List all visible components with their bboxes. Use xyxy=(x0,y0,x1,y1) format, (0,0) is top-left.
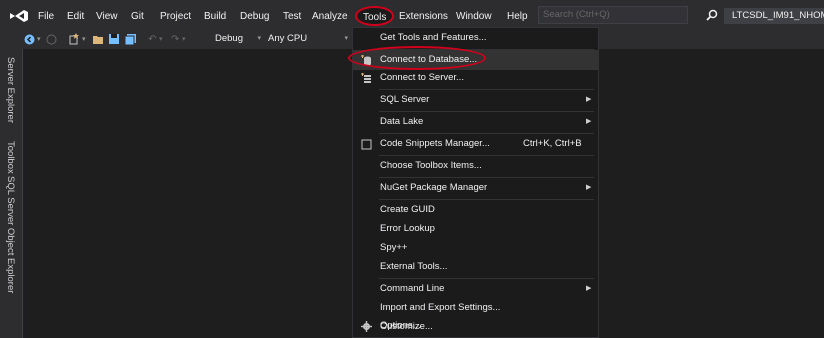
menu-test[interactable]: Test xyxy=(283,10,301,24)
gear-icon xyxy=(361,321,372,332)
shortcut-label: Ctrl+K, Ctrl+B xyxy=(523,138,582,149)
menu-window[interactable]: Window xyxy=(456,10,492,24)
navigate-forward-icon[interactable] xyxy=(46,34,57,45)
redo-dropdown-icon[interactable]: ▾ xyxy=(182,33,186,46)
search-icon[interactable] xyxy=(706,9,718,21)
redo-icon[interactable]: ↷ xyxy=(171,33,179,46)
solution-platforms-dropdown[interactable]: Any CPU ▾ xyxy=(268,31,352,46)
tab-sql-server-object-explorer[interactable]: SQL Server Object Explorer xyxy=(5,176,16,293)
menu-view[interactable]: View xyxy=(96,10,118,24)
menu-item-sql-server[interactable]: SQL Server ▶ xyxy=(353,90,598,110)
menu-extensions[interactable]: Extensions xyxy=(399,10,448,24)
chevron-down-icon: ▾ xyxy=(257,35,261,42)
submenu-arrow-icon: ▶ xyxy=(586,285,592,292)
highlight-annotation xyxy=(348,46,486,70)
menu-item-data-lake[interactable]: Data Lake ▶ xyxy=(353,112,598,132)
tools-menu: Get Tools and Features... Connect to Dat… xyxy=(352,27,599,338)
menu-debug[interactable]: Debug xyxy=(240,10,269,24)
platform-value: Any CPU xyxy=(268,33,308,44)
submenu-arrow-icon: ▶ xyxy=(586,118,592,125)
save-icon[interactable] xyxy=(108,33,120,45)
menu-analyze[interactable]: Analyze xyxy=(312,10,348,24)
checkbox-icon xyxy=(361,139,372,150)
new-project-icon[interactable] xyxy=(68,33,80,45)
menu-edit[interactable]: Edit xyxy=(67,10,84,24)
menu-build[interactable]: Build xyxy=(204,10,226,24)
menu-item-create-guid[interactable]: Create GUID xyxy=(353,200,598,220)
menu-item-import-export-settings[interactable]: Import and Export Settings... xyxy=(353,298,598,318)
open-file-icon[interactable] xyxy=(92,33,105,45)
search-input[interactable]: Search (Ctrl+Q) xyxy=(538,6,688,24)
submenu-arrow-icon: ▶ xyxy=(586,96,592,103)
navigate-back-dropdown-icon[interactable]: ▾ xyxy=(37,33,41,46)
menu-item-choose-toolbox-items[interactable]: Choose Toolbox Items... xyxy=(353,156,598,176)
menu-item-external-tools[interactable]: External Tools... xyxy=(353,257,598,277)
menu-item-connect-to-server[interactable]: Connect to Server... xyxy=(353,68,598,88)
save-all-icon[interactable] xyxy=(124,33,137,45)
undo-dropdown-icon[interactable]: ▾ xyxy=(159,33,163,46)
menu-item-code-snippets-manager[interactable]: Code Snippets Manager... Ctrl+K, Ctrl+B xyxy=(353,134,598,154)
submenu-arrow-icon: ▶ xyxy=(586,184,592,191)
menu-git[interactable]: Git xyxy=(131,10,144,24)
menu-project[interactable]: Project xyxy=(160,10,191,24)
menu-item-nuget-package-manager[interactable]: NuGet Package Manager ▶ xyxy=(353,178,598,198)
menu-item-command-line[interactable]: Command Line ▶ xyxy=(353,279,598,299)
menu-item-get-tools-and-features[interactable]: Get Tools and Features... xyxy=(353,28,598,48)
chevron-down-icon: ▾ xyxy=(344,35,348,42)
left-dock-panel: Server Explorer Toolbox SQL Server Objec… xyxy=(0,49,23,338)
undo-icon[interactable]: ↶ xyxy=(148,33,156,46)
connect-server-icon xyxy=(361,73,371,83)
menu-file[interactable]: File xyxy=(38,10,54,24)
solution-configurations-dropdown[interactable]: Debug ▾ xyxy=(215,31,265,46)
solution-name[interactable]: LTCSDL_IM91_NHOM9 xyxy=(724,8,824,24)
tab-server-explorer[interactable]: Server Explorer xyxy=(5,57,16,123)
new-project-dropdown-icon[interactable]: ▾ xyxy=(82,33,86,46)
menu-help[interactable]: Help xyxy=(507,10,528,24)
menu-tools[interactable]: Tools xyxy=(355,6,395,26)
menu-item-error-lookup[interactable]: Error Lookup xyxy=(353,219,598,239)
menu-item-options[interactable]: Options... xyxy=(353,316,598,336)
tab-toolbox[interactable]: Toolbox xyxy=(5,141,16,174)
visual-studio-logo-icon[interactable] xyxy=(9,9,29,23)
menu-item-spy-plus-plus[interactable]: Spy++ xyxy=(353,238,598,258)
navigate-back-icon[interactable] xyxy=(24,34,35,45)
configuration-value: Debug xyxy=(215,33,243,44)
